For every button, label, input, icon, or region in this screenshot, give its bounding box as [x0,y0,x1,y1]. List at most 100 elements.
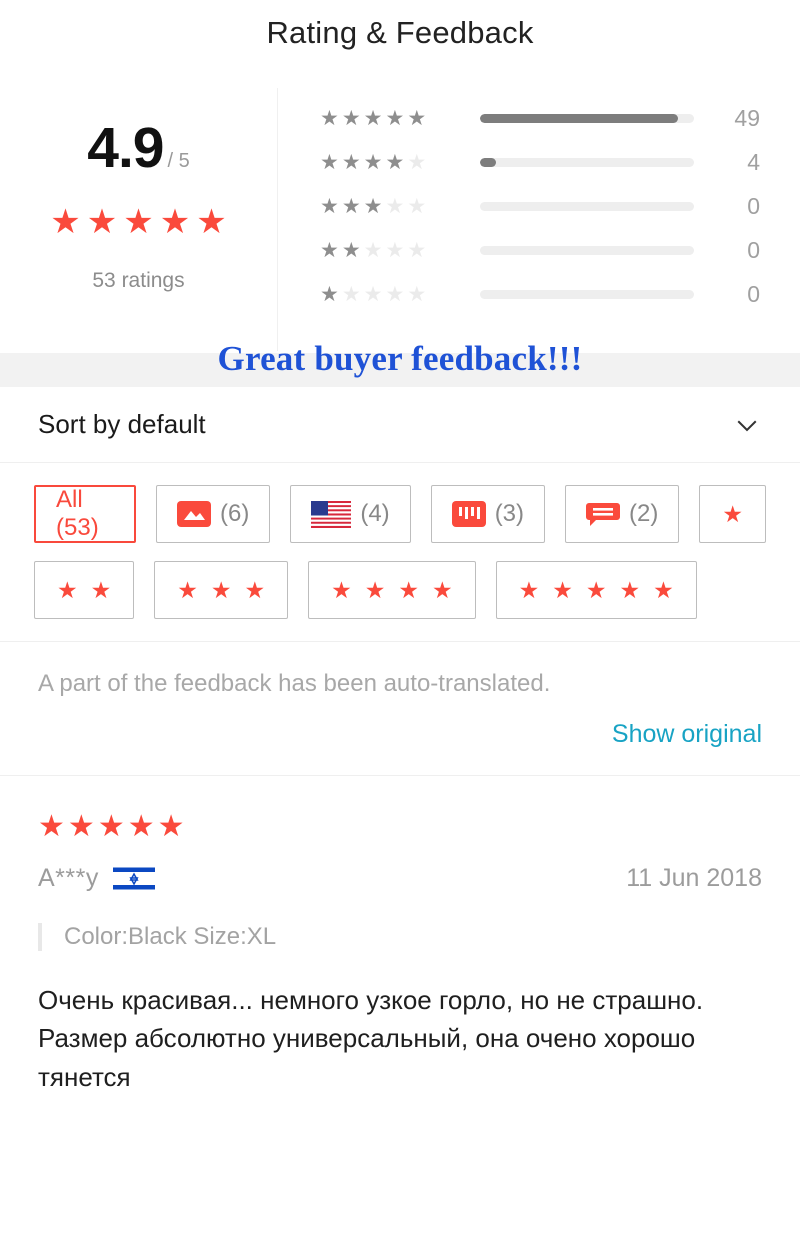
translation-text: A part of the feedback has been auto-tra… [38,670,551,697]
star-icon: ★ [385,194,405,218]
star-icon: ★ [127,810,155,843]
star-icon: ★ [518,576,540,603]
star-icon: ★ [57,576,78,603]
average-star-rating: ★ ★ ★ ★ ★ [50,205,226,239]
star-icon: ★ [722,500,743,527]
star-icon: ★ [407,194,427,218]
page-title: Rating & Feedback [266,15,534,50]
annotation-text: Great buyer feedback!!! [217,339,583,378]
histogram-bar-fill [480,157,497,167]
star-icon: ★ [196,203,227,241]
filter-chip-label: (4) [360,500,390,527]
filter-chip-with-videos[interactable]: (3) [430,485,546,543]
filter-chip-label: (6) [220,500,250,527]
star-icon: ★ [407,150,427,174]
annotation-banner: Great buyer feedback!!! [0,339,800,387]
star-icon: ★ [385,106,405,130]
rating-score-block: 4.9 / 5 ★ ★ ★ ★ ★ 53 ratings [0,88,278,351]
histogram-stars: ★ ★ ★ ★ ★ [320,152,452,173]
filter-chip-two-star[interactable]: ★ ★ [34,561,135,619]
star-icon: ★ [341,238,361,262]
star-icon: ★ [363,238,383,262]
star-icon: ★ [90,576,112,603]
review-star-rating: ★ ★ ★ ★ ★ [38,812,762,842]
star-icon: ★ [320,238,339,262]
star-icon: ★ [363,106,383,130]
histogram-bar-track [480,289,694,299]
page-header: Rating & Feedback [0,0,800,66]
star-icon: ★ [341,150,361,174]
histogram-count: 0 [747,236,760,263]
filter-chip-country-us[interactable]: (4) [290,485,411,543]
histogram-stars: ★ ★ ★ ★ ★ [320,284,452,305]
star-icon: ★ [363,150,383,174]
star-icon: ★ [159,203,191,241]
star-icon: ★ [585,576,607,603]
histogram-bar-track [480,201,694,211]
filter-chip-five-star[interactable]: ★ ★ ★ ★ ★ [495,561,697,619]
star-icon: ★ [432,576,453,603]
histogram-row[interactable]: ★ ★ ★ ★ ★ 0 [320,272,760,316]
filter-chip-with-photos[interactable]: (6) [156,485,271,543]
histogram-bar-track [480,245,694,255]
star-icon: ★ [341,194,361,218]
histogram-row[interactable]: ★ ★ ★ ★ ★ 0 [320,228,760,272]
histogram-row[interactable]: ★ ★ ★ ★ ★ 4 [320,140,760,184]
star-icon: ★ [385,150,405,174]
score-denominator: / 5 [167,150,190,172]
star-icon: ★ [385,238,405,262]
sort-row[interactable]: Sort by default [0,387,800,463]
review-user: A***y [38,864,155,893]
comment-icon [586,501,621,527]
translation-notice: A part of the feedback has been auto-tra… [0,642,800,776]
star-icon: ★ [86,203,118,241]
flag-us-icon [311,500,352,528]
review-username: A***y [38,864,99,892]
filter-chip-with-comments[interactable]: (2) [565,485,680,543]
filter-chip-label: (3) [494,500,525,527]
show-original-link[interactable]: Show original [38,720,762,749]
review-meta: A***y 11 Jun 2018 [38,864,762,893]
star-icon: ★ [320,194,339,218]
star-icon: ★ [552,576,573,603]
star-icon: ★ [619,576,641,603]
star-icon: ★ [407,106,427,130]
filter-chip-all[interactable]: All (53) [34,485,136,543]
filter-chip-three-star[interactable]: ★ ★ ★ [154,561,289,619]
histogram-stars: ★ ★ ★ ★ ★ [320,196,452,217]
rating-summary: 4.9 / 5 ★ ★ ★ ★ ★ 53 ratings ★ ★ ★ ★ ★ 49 ★ ★ ★ ★… [0,66,800,351]
review-sku: Color:Black Size:XL [38,923,762,951]
filter-chip-row-2: ★ ★ ★ ★ ★ ★ ★ ★ ★ ★ ★ ★ ★ ★ [34,561,766,619]
star-icon: ★ [341,106,361,130]
star-icon: ★ [320,282,339,306]
star-icon: ★ [320,106,339,130]
review-date: 11 Jun 2018 [626,864,762,892]
star-icon: ★ [67,810,95,843]
star-icon: ★ [123,203,154,241]
star-icon: ★ [363,194,383,218]
histogram-stars: ★ ★ ★ ★ ★ [320,108,452,129]
star-icon: ★ [210,576,232,603]
filter-chip-four-star[interactable]: ★ ★ ★ ★ [308,561,476,619]
score-line: 4.9 / 5 [87,120,190,177]
histogram-count: 4 [747,148,760,175]
filter-chip-one-star[interactable]: ★ [699,485,766,543]
star-icon: ★ [385,282,405,306]
chevron-down-icon[interactable] [732,410,762,440]
star-icon: ★ [244,576,266,603]
histogram-count: 49 [734,104,760,131]
ratings-count: 53 ratings [92,269,185,292]
flag-israel-icon [112,865,155,892]
sort-label: Sort by default [38,409,206,439]
histogram-row[interactable]: ★ ★ ★ ★ ★ 0 [320,184,760,228]
review-body: Очень красивая... немного узкое горло, н… [38,985,704,1092]
histogram-bar-fill [480,113,678,123]
star-icon: ★ [398,576,419,603]
video-icon [451,501,486,527]
histogram-row[interactable]: ★ ★ ★ ★ ★ 49 [320,96,760,140]
filter-chips: All (53) (6) (4) (3) (2) ★ ★ ★ ★ ★ ★ ★ ★ ★ ★ ★ ★ ★ ★ ★ [0,463,800,642]
rating-feedback-page: Rating & Feedback 4.9 / 5 ★ ★ ★ ★ ★ 53 r… [0,0,800,1250]
star-icon: ★ [407,238,427,262]
star-icon: ★ [331,576,352,603]
filter-chip-label: (2) [629,500,659,527]
